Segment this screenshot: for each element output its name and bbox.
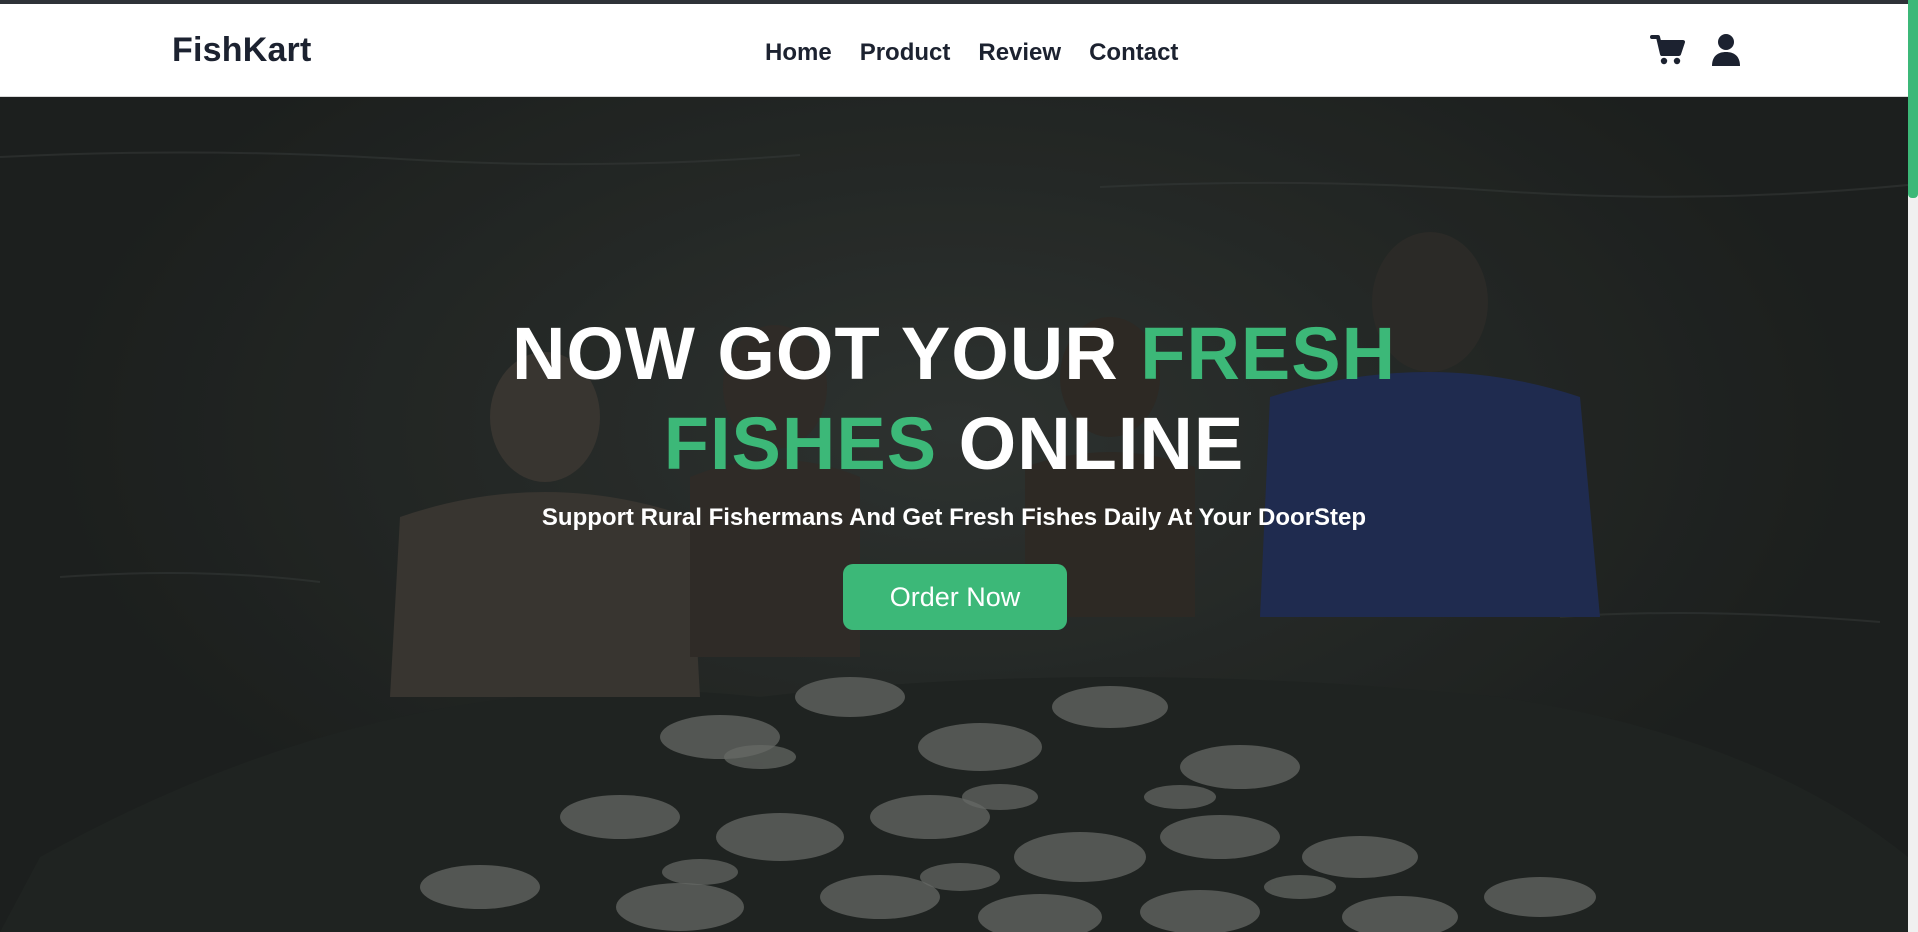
hero-subtitle: Support Rural Fishermans And Get Fresh F… (541, 504, 1367, 531)
nav-item-review[interactable]: Review (978, 39, 1061, 67)
cart-icon[interactable] (1650, 32, 1686, 68)
user-icon[interactable] (1708, 32, 1744, 68)
main-nav: Home Product Review Contact (765, 39, 1178, 67)
headline-part-1: NOW GOT YOUR (511, 312, 1141, 395)
site-header: FishKart Home Product Review Contact (0, 4, 1908, 97)
headline-part-4: ONLINE (937, 402, 1245, 485)
nav-item-home[interactable]: Home (765, 39, 832, 67)
order-now-button[interactable]: Order Now (843, 564, 1067, 630)
brand-logo[interactable]: FishKart (172, 31, 312, 70)
scrollbar-thumb[interactable] (1908, 0, 1918, 198)
hero-content: NOW GOT YOUR FRESH FISHES ONLINE Support… (0, 97, 1908, 932)
header-icons (1650, 32, 1744, 68)
hero-section: NOW GOT YOUR FRESH FISHES ONLINE Support… (0, 97, 1908, 932)
headline-highlight-fresh: FRESH (1140, 312, 1397, 395)
nav-item-contact[interactable]: Contact (1089, 39, 1178, 67)
nav-item-product[interactable]: Product (860, 39, 951, 67)
hero-headline: NOW GOT YOUR FRESH FISHES ONLINE (0, 309, 1908, 489)
headline-highlight-fishes: FISHES (663, 402, 938, 485)
